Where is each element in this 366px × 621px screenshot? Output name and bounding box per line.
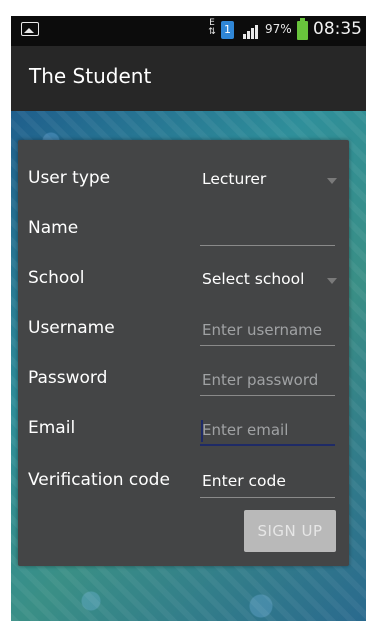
name-label: Name <box>28 218 79 238</box>
verification-code-underline <box>200 497 335 498</box>
battery-icon <box>297 18 308 40</box>
verification-code-label: Verification code <box>28 470 170 490</box>
verification-code-row: Verification code Enter code <box>18 462 349 502</box>
password-underline <box>200 395 335 396</box>
status-bar: E ⇅ 1 97% 08:35 <box>11 16 366 46</box>
dropdown-arrow-icon <box>327 278 337 284</box>
username-row: Username Enter username <box>18 310 349 350</box>
battery-percent: 97% <box>265 22 292 36</box>
username-label: Username <box>28 318 115 338</box>
name-row: Name <box>18 210 349 250</box>
email-placeholder: Enter email <box>202 421 289 439</box>
email-underline <box>200 444 335 446</box>
signal-icon <box>243 23 263 39</box>
data-network-icon: E ⇅ <box>208 18 216 37</box>
signup-button[interactable]: SIGN UP <box>244 510 336 552</box>
clock: 08:35 <box>313 19 362 39</box>
app-bar: The Student <box>11 46 366 111</box>
username-placeholder: Enter username <box>202 321 323 339</box>
school-row: School Select school <box>18 260 349 300</box>
sim-icon: 1 <box>221 21 234 39</box>
name-input[interactable] <box>200 218 335 248</box>
school-value: Select school <box>202 270 305 288</box>
network-type-label: E <box>209 18 215 28</box>
verification-code-input[interactable]: Enter code <box>200 470 335 500</box>
name-underline <box>200 245 335 246</box>
user-type-row: User type Lecturer <box>18 160 349 200</box>
signup-form-card: User type Lecturer Name School Select sc… <box>18 140 349 566</box>
user-type-value: Lecturer <box>202 170 267 188</box>
image-notification-icon <box>21 22 39 36</box>
username-input[interactable]: Enter username <box>200 318 335 348</box>
password-label: Password <box>28 368 108 388</box>
app-title: The Student <box>29 64 152 88</box>
school-label: School <box>28 268 85 288</box>
email-input[interactable]: Enter email <box>200 418 335 448</box>
user-type-label: User type <box>28 168 111 188</box>
verification-code-placeholder: Enter code <box>202 472 286 490</box>
password-input[interactable]: Enter password <box>200 368 335 398</box>
school-spinner[interactable]: Select school <box>200 268 337 298</box>
password-row: Password Enter password <box>18 360 349 400</box>
user-type-spinner[interactable]: Lecturer <box>200 168 337 198</box>
username-underline <box>200 345 335 346</box>
password-placeholder: Enter password <box>202 371 319 389</box>
email-label: Email <box>28 418 76 438</box>
dropdown-arrow-icon <box>327 178 337 184</box>
email-row: Email Enter email <box>18 410 349 450</box>
